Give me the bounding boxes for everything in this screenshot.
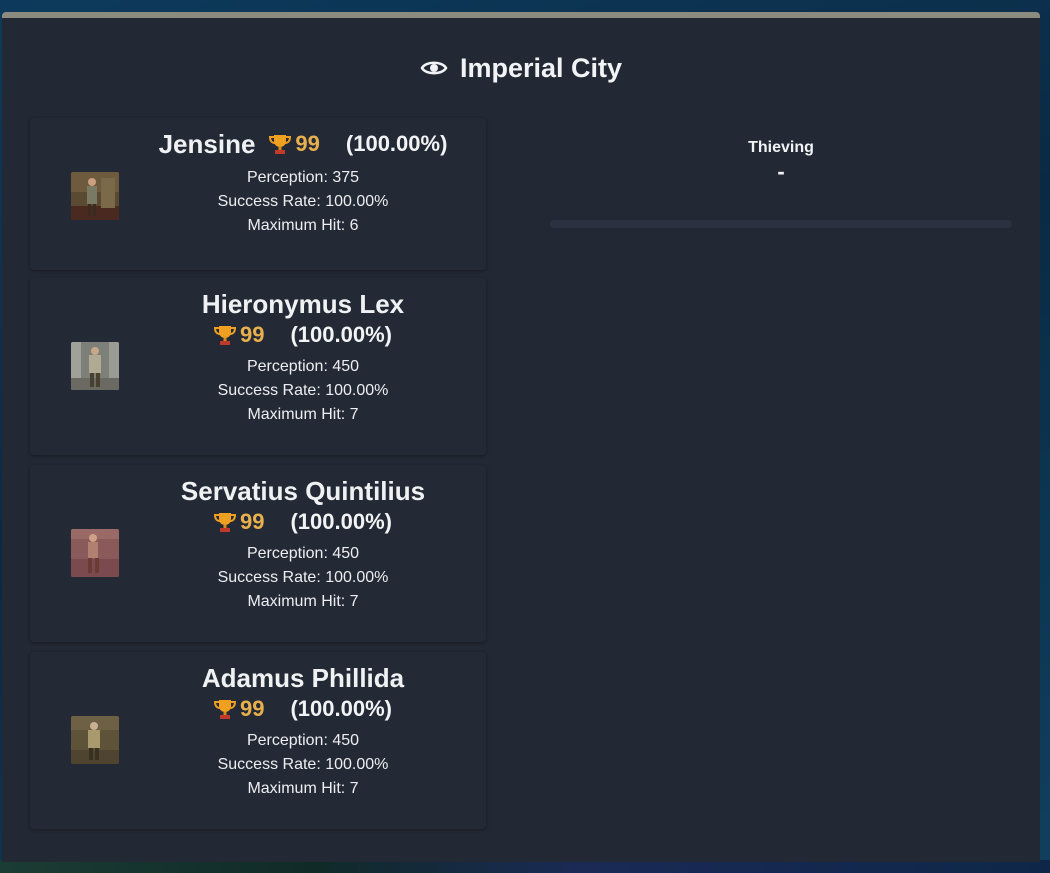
mastery-level: 99 — [240, 322, 265, 347]
npc-name: Hieronymus Lex — [201, 289, 405, 319]
npc-name: Servatius Quintilius — [180, 476, 426, 506]
progress-bar — [550, 220, 1012, 228]
success-rate-stat: Success Rate: 100.00% — [217, 756, 389, 773]
max-hit-stat: Maximum Hit: 7 — [247, 780, 359, 797]
mastery-level: 99 — [295, 131, 320, 156]
perception-stat: Perception: 375 — [246, 169, 360, 186]
mastery-percent: (100.00%) — [290, 696, 392, 721]
mastery-level: 99 — [240, 509, 265, 534]
mastery-display: 99 (100.00%) — [214, 320, 392, 350]
success-rate-stat: Success Rate: 100.00% — [217, 193, 389, 210]
mastery-display: 99 (100.00%) — [214, 507, 392, 537]
npc-card[interactable]: Adamus Phillida 99 (100.00%) Perception:… — [30, 652, 486, 829]
trophy-icon — [214, 700, 236, 719]
npc-portrait — [71, 172, 119, 220]
mastery-percent: (100.00%) — [345, 131, 448, 156]
current-target: - — [777, 159, 785, 184]
npc-list: Jensine 99 (100.00%) Perception: 375 Suc… — [30, 118, 486, 839]
max-hit-stat: Maximum Hit: 7 — [247, 593, 359, 610]
mastery-display: 99 (100.00%) — [214, 694, 392, 724]
npc-card[interactable]: Servatius Quintilius 99 (100.00%) Percep… — [30, 465, 486, 642]
mastery-percent: (100.00%) — [290, 322, 392, 347]
thieving-area-panel: Imperial City Jensine 99 (100.00%) Perce… — [2, 12, 1040, 862]
npc-portrait — [71, 342, 119, 390]
trophy-icon — [214, 513, 236, 532]
npc-name: Adamus Phillida — [201, 663, 405, 693]
skill-title: Thieving — [748, 139, 814, 156]
eye-icon — [420, 61, 448, 75]
npc-name: Jensine — [158, 129, 256, 159]
success-rate-stat: Success Rate: 100.00% — [217, 382, 389, 399]
mastery-display: 99 (100.00%) — [269, 129, 447, 159]
trophy-icon — [214, 326, 236, 345]
npc-portrait — [71, 716, 119, 764]
area-title: Imperial City — [459, 52, 623, 83]
perception-stat: Perception: 450 — [246, 732, 360, 749]
npc-card[interactable]: Jensine 99 (100.00%) Perception: 375 Suc… — [30, 118, 486, 270]
max-hit-stat: Maximum Hit: 6 — [247, 217, 359, 234]
area-header[interactable]: Imperial City — [2, 48, 1040, 88]
perception-stat: Perception: 450 — [246, 545, 360, 562]
skill-progress-panel: Thieving - — [550, 136, 1012, 228]
npc-card[interactable]: Hieronymus Lex 99 (100.00%) Perception: … — [30, 278, 486, 455]
npc-portrait — [71, 529, 119, 577]
mastery-percent: (100.00%) — [290, 509, 392, 534]
trophy-icon — [269, 135, 292, 154]
max-hit-stat: Maximum Hit: 7 — [247, 406, 359, 423]
success-rate-stat: Success Rate: 100.00% — [217, 569, 389, 586]
mastery-level: 99 — [240, 696, 265, 721]
perception-stat: Perception: 450 — [246, 358, 360, 375]
